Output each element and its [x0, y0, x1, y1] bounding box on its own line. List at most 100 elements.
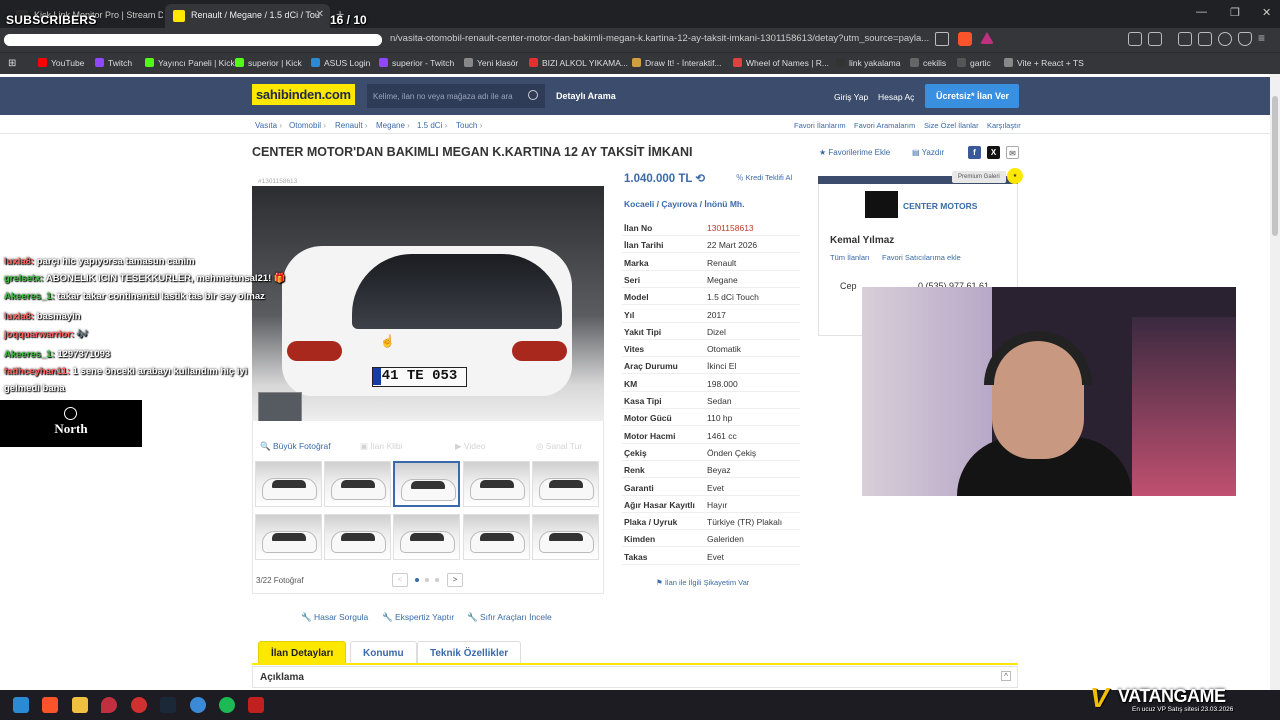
- thumb-page-dot[interactable]: [435, 578, 439, 582]
- breadcrumb-item[interactable]: Otomobil ›: [289, 121, 326, 130]
- leo-ai-icon[interactable]: [1218, 32, 1232, 46]
- breadcrumb-item[interactable]: Megane ›: [376, 121, 410, 130]
- bookmark-item[interactable]: gartic: [957, 58, 991, 68]
- add-favorite-link[interactable]: ★ Favorilerime Ekle: [819, 148, 890, 157]
- new-cars-link[interactable]: 🔧 Sıfır Araçları İncele: [467, 612, 552, 623]
- bookmark-item[interactable]: Vite + React + TS: [1004, 58, 1084, 68]
- top-link[interactable]: Favori Aramalarım: [854, 121, 915, 130]
- register-link[interactable]: Hesap Aç: [878, 92, 914, 102]
- steam-icon[interactable]: [160, 697, 176, 713]
- url-field[interactable]: n/vasita-otomobil-renault-center-motor-d…: [390, 33, 930, 44]
- tab-location[interactable]: Konumu: [350, 641, 417, 664]
- location-district[interactable]: Çayırova: [661, 199, 697, 209]
- post-ad-button[interactable]: Ücretsiz* İlan Ver: [925, 84, 1019, 108]
- main-photo[interactable]: 41 TE 053 ☝: [252, 186, 604, 421]
- photo-thumbnail[interactable]: [393, 514, 460, 560]
- breadcrumb-item[interactable]: Renault ›: [335, 121, 367, 130]
- thumb-page-dot[interactable]: [415, 578, 419, 582]
- breadcrumb-item[interactable]: Touch ›: [456, 121, 482, 130]
- bookmark-item[interactable]: ASUS Login: [311, 58, 370, 68]
- photo-thumbnail[interactable]: [393, 461, 460, 507]
- description-section[interactable]: Açıklama ^: [252, 666, 1018, 688]
- location-neighborhood[interactable]: İnönü Mh.: [704, 199, 744, 209]
- photo-thumbnail[interactable]: [255, 461, 322, 507]
- record-app-icon[interactable]: [131, 697, 147, 713]
- photo-thumbnail[interactable]: [324, 514, 391, 560]
- email-share-icon[interactable]: ✉: [1006, 146, 1019, 159]
- print-link[interactable]: ▤ Yazdır: [912, 148, 944, 157]
- complaint-link[interactable]: ⚑ İlan ile İlgili Şikayetim Var: [656, 578, 749, 587]
- bookmark-item[interactable]: Draw It! - İnteraktif...: [632, 58, 722, 68]
- spotify-icon[interactable]: [219, 697, 235, 713]
- photo-thumbnail[interactable]: [255, 514, 322, 560]
- site-search-input[interactable]: Kelime, ilan no veya mağaza adı ile ara: [367, 84, 545, 108]
- bookmark-item[interactable]: Yayıncı Paneli | Kick: [145, 58, 235, 68]
- top-link[interactable]: Size Özel İlanlar: [924, 121, 979, 130]
- store-name[interactable]: CENTER MOTORS: [903, 201, 977, 211]
- complaint-label: İlan ile İlgili Şikayetim Var: [664, 578, 750, 587]
- brave-taskbar-icon[interactable]: [42, 697, 58, 713]
- brave-rewards-icon[interactable]: [980, 32, 994, 44]
- sidebar-icon[interactable]: [1178, 32, 1192, 46]
- big-photo-link[interactable]: 🔍 Büyük Fotoğraf: [260, 441, 331, 452]
- photo-thumbnail[interactable]: [532, 514, 599, 560]
- tab-technical-specs[interactable]: Teknik Özellikler: [417, 641, 522, 664]
- windows-start-icon[interactable]: [13, 697, 29, 713]
- menu-icon[interactable]: ≡: [1258, 32, 1272, 46]
- favorite-seller-link[interactable]: Favori Satıcılarıma ekle: [882, 253, 961, 262]
- facebook-share-icon[interactable]: f: [968, 146, 981, 159]
- location-city[interactable]: Kocaeli: [624, 199, 654, 209]
- bookmark-item[interactable]: Yeni klasör: [464, 58, 518, 68]
- minimize-icon[interactable]: —: [1196, 6, 1207, 18]
- bookmark-item[interactable]: Twitch: [95, 58, 132, 68]
- close-tab-icon[interactable]: ✕: [316, 9, 324, 20]
- photo-thumbnail[interactable]: [532, 461, 599, 507]
- share-icon[interactable]: [935, 32, 949, 46]
- voicemeeter-icon[interactable]: [248, 697, 264, 713]
- apps-grid-icon[interactable]: ⊞: [8, 58, 16, 69]
- breadcrumb-item[interactable]: Vasıta ›: [255, 121, 282, 130]
- damage-query-link[interactable]: 🔧 Hasar Sorgula: [301, 612, 368, 623]
- brave-shield-icon[interactable]: [958, 32, 972, 46]
- vpn-shield-icon[interactable]: [1238, 32, 1252, 46]
- bookmark-item[interactable]: superior | Kick: [235, 58, 302, 68]
- tab-sahibinden-listing[interactable]: Renault / Megane / 1.5 dCi / Tou ✕: [165, 4, 330, 28]
- collapse-icon[interactable]: ^: [1001, 671, 1011, 681]
- search-icon[interactable]: [528, 90, 538, 100]
- detailed-search-link[interactable]: Detaylı Arama: [556, 91, 616, 101]
- tab-manager-icon[interactable]: [1148, 32, 1162, 46]
- tab-listing-details[interactable]: İlan Detayları: [258, 641, 347, 664]
- wallet-icon[interactable]: [1198, 32, 1212, 46]
- thumb-page-dot[interactable]: [425, 578, 429, 582]
- price-history-icon[interactable]: ⟲: [695, 173, 705, 185]
- photo-thumbnail[interactable]: [463, 514, 530, 560]
- bookmark-item[interactable]: link yakalama: [836, 58, 901, 68]
- extensions-icon[interactable]: [1128, 32, 1142, 46]
- photo-thumbnail[interactable]: [463, 461, 530, 507]
- x-share-icon[interactable]: X: [987, 146, 1000, 159]
- maximize-icon[interactable]: ❐: [1230, 6, 1240, 19]
- bookmark-item[interactable]: BIZI ALKOL YIKAMA...: [529, 58, 628, 68]
- top-link[interactable]: Favori İlanlarım: [794, 121, 846, 130]
- bookmark-item[interactable]: Wheel of Names | R...: [733, 58, 829, 68]
- thumbs-next-button[interactable]: >: [447, 573, 463, 587]
- site-logo[interactable]: sahibinden.com: [252, 84, 355, 105]
- credit-offer-link[interactable]: ％ Kredi Teklifi Al: [736, 172, 792, 183]
- bookmark-item[interactable]: YouTube: [38, 58, 84, 68]
- close-window-icon[interactable]: ✕: [1262, 6, 1271, 19]
- scrollbar-thumb[interactable]: [1272, 96, 1278, 236]
- breadcrumb-item[interactable]: 1.5 dCi ›: [417, 121, 447, 130]
- maps-pin-icon[interactable]: [101, 697, 117, 713]
- bookmark-item[interactable]: superior - Twitch: [379, 58, 454, 68]
- expertise-link[interactable]: 🔧 Ekspertiz Yaptır: [382, 612, 454, 623]
- all-listings-link[interactable]: Tüm İlanları: [830, 253, 870, 262]
- photo-thumbnail[interactable]: [324, 461, 391, 507]
- top-link[interactable]: Karşılaştır: [987, 121, 1021, 130]
- login-link[interactable]: Giriş Yap: [834, 92, 868, 102]
- browser-app-icon[interactable]: [190, 697, 206, 713]
- bookmark-item[interactable]: cekilis: [910, 58, 946, 68]
- detail-key: Kasa Tipi: [624, 396, 662, 406]
- thumbs-prev-button[interactable]: <: [392, 573, 408, 587]
- store-logo[interactable]: [865, 191, 898, 218]
- file-explorer-icon[interactable]: [72, 697, 88, 713]
